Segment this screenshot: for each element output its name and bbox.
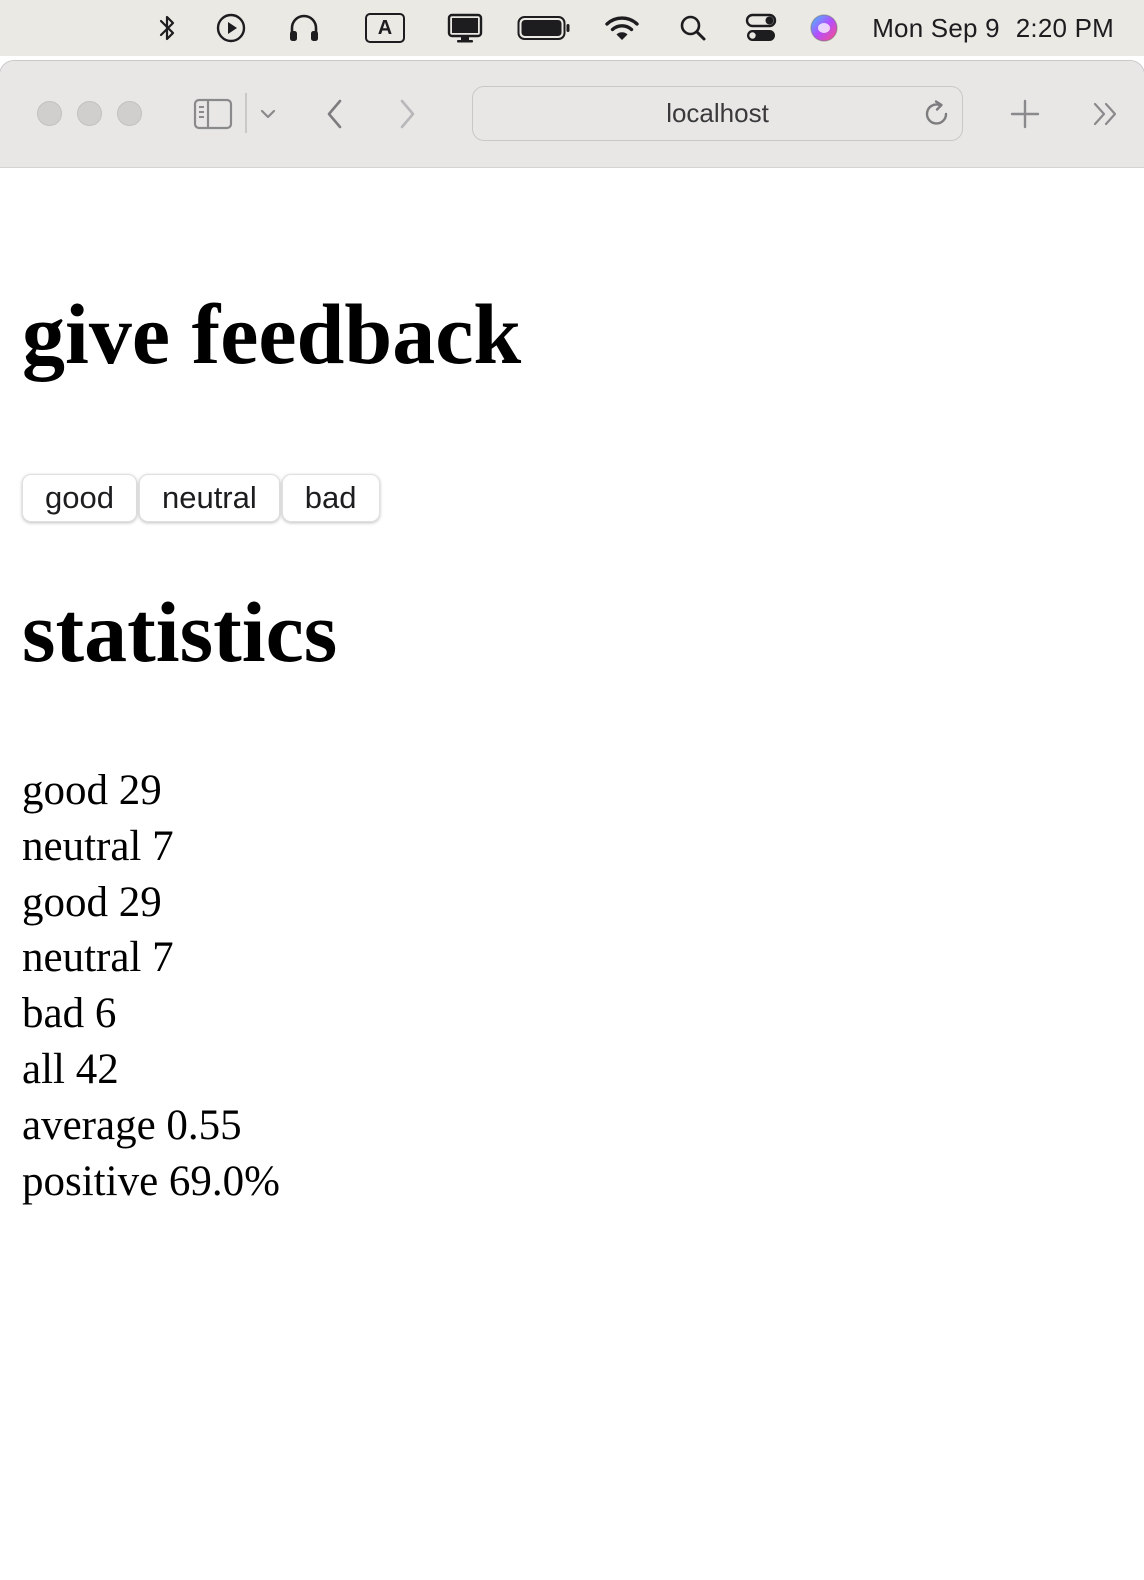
- stat-neutral-repeat: neutral 7: [22, 934, 174, 982]
- forward-icon[interactable]: [392, 94, 422, 134]
- close-window-button[interactable]: [37, 101, 62, 126]
- siri-icon[interactable]: [808, 0, 840, 56]
- menu-clock[interactable]: Mon Sep 9 2:20 PM: [872, 0, 1114, 56]
- bad-button[interactable]: bad: [281, 474, 380, 522]
- clock-date: Mon Sep 9: [872, 12, 1000, 43]
- address-text: localhost: [666, 98, 769, 128]
- text-input-a-icon[interactable]: A: [362, 0, 408, 56]
- stat-good-repeat: good 29: [22, 878, 162, 926]
- menu-bar: A Mon Sep 9 2:20 PM: [0, 0, 1144, 56]
- neutral-button[interactable]: neutral: [138, 474, 280, 522]
- clock-time: 2:20 PM: [1015, 12, 1114, 43]
- play-circle-icon[interactable]: [214, 0, 248, 56]
- sidebar-icon[interactable]: [192, 94, 234, 134]
- feedback-buttons: good neutral bad: [22, 474, 380, 522]
- search-icon[interactable]: [677, 0, 709, 56]
- battery-icon[interactable]: [516, 0, 572, 56]
- stat-positive: positive 69.0%: [22, 1157, 280, 1205]
- stat-average: average 0.55: [22, 1101, 242, 1149]
- toolbar-divider: [245, 93, 247, 133]
- minimize-window-button[interactable]: [77, 101, 102, 126]
- stat-bad: bad 6: [22, 990, 117, 1038]
- headphones-icon[interactable]: [286, 0, 322, 56]
- chevron-down-icon[interactable]: [257, 101, 279, 127]
- control-center-icon[interactable]: [743, 0, 779, 56]
- stat-good: good 29: [22, 767, 162, 814]
- new-tab-icon[interactable]: [1008, 97, 1042, 131]
- feedback-heading: give feedback: [22, 286, 522, 382]
- statistics-list: good 29 neutral 7 good 29 neutral 7 bad …: [22, 763, 280, 1209]
- address-bar[interactable]: localhost: [472, 86, 963, 141]
- statistics-heading: statistics: [22, 584, 338, 680]
- wifi-icon[interactable]: [604, 0, 640, 56]
- browser-toolbar: localhost: [0, 61, 1144, 168]
- stat-all: all 42: [22, 1045, 119, 1093]
- good-button[interactable]: good: [22, 474, 137, 522]
- back-icon[interactable]: [320, 94, 350, 134]
- more-icon[interactable]: [1090, 99, 1122, 129]
- bluetooth-icon[interactable]: [152, 0, 182, 56]
- browser-window: localhost give feedback good neutral bad…: [0, 61, 1144, 1580]
- reload-icon[interactable]: [922, 99, 952, 134]
- text-input-letter: A: [365, 13, 405, 43]
- zoom-window-button[interactable]: [117, 101, 142, 126]
- display-icon[interactable]: [446, 0, 484, 56]
- stat-neutral: neutral 7: [22, 822, 174, 870]
